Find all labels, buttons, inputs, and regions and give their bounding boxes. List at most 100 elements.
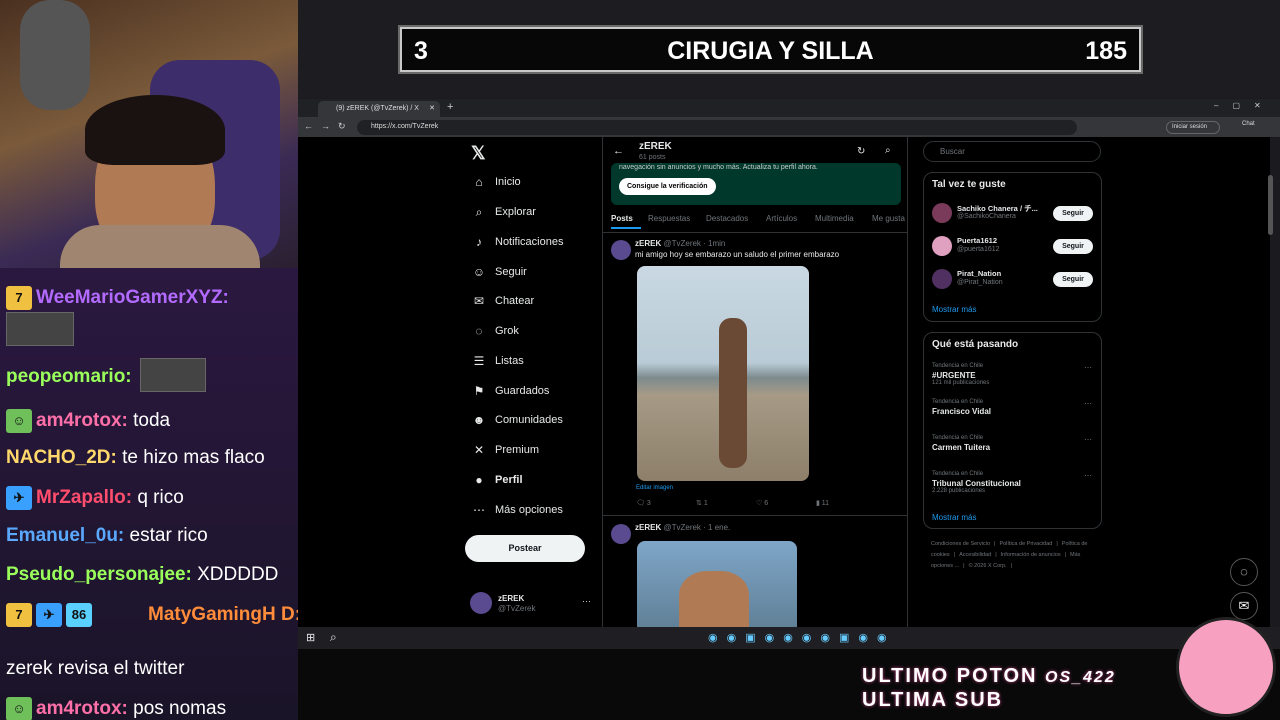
grok-float-icon[interactable]: ◌ [1230,558,1258,586]
tab-likes[interactable]: Me gusta [872,214,905,223]
nav-item-comunidades[interactable]: ☻ Comunidades [472,413,563,427]
edit-image-link[interactable]: Editar imagen [636,485,673,491]
kirby-mascot [1176,617,1276,717]
nav-label: Más opciones [495,504,563,516]
search-icon[interactable]: ⌕ [330,630,337,645]
footer-link[interactable]: Accesibilidad [959,552,991,558]
chat-message: ☺ am4rotox: pos nomas [6,697,226,720]
more-icon[interactable]: ⋯ [1084,435,1092,444]
window-controls[interactable]: –▢✕ [1214,101,1275,110]
footer-link[interactable]: Política de Privacidad [999,541,1052,547]
post-image[interactable] [637,266,809,481]
view-count-value: 11 [821,500,830,507]
view-count[interactable]: ▮ 11 [816,499,829,507]
tab-replies[interactable]: Respuestas [648,214,690,223]
user-handle: @SachikoChanera [957,213,1016,220]
follow-button[interactable]: Seguir [1053,206,1093,221]
url-field[interactable]: https://x.com/TvZerek [357,120,1077,135]
close-icon[interactable]: ✕ [429,104,435,112]
nav-item-listas[interactable]: ☰ Listas [472,354,524,368]
nav-arrows-icon[interactable]: ←→↻ [304,121,354,132]
more-icon[interactable]: ⋯ [1084,399,1092,408]
avatar[interactable] [470,592,492,614]
chat-message: 7 ✈ 86 MatyGamingH D: [6,603,298,627]
footer-link[interactable]: © 2026 X Corp. [969,563,1007,569]
nav-item-explorar[interactable]: ⌕ Explorar [472,205,536,219]
card-title: Tal vez te guste [932,179,1006,190]
messages-float-icon[interactable]: ✉ [1230,592,1258,620]
refresh-icon[interactable]: ↻ [857,146,865,157]
nav-item-guardados[interactable]: ⚑ Guardados [472,384,550,398]
nav-label: Perfil [495,474,523,486]
chat-message: Emanuel_0u: estar rico [6,525,208,547]
search-icon[interactable]: ⌕ [885,145,891,156]
trend-name: Carmen Tuitera [932,443,991,452]
tab-posts[interactable]: Posts [611,214,633,223]
windows-start-icon[interactable]: ⊞ [306,631,315,644]
nav-item-notificaciones[interactable]: ♪ Notificaciones [472,235,563,249]
avatar[interactable] [611,240,631,260]
chat-button[interactable]: Chat [1242,121,1255,127]
url-text: https://x.com/TvZerek [371,123,439,130]
nav-item-premium[interactable]: ✕ Premium [472,443,539,457]
trend-item[interactable]: Tendencia en Chile Carmen Tuitera [932,435,990,452]
nav-item-más-opciones[interactable]: ⋯ Más opciones [472,503,563,517]
footer-link[interactable]: Información de anuncios [1001,552,1061,558]
nav-label: Comunidades [495,414,563,426]
avatar[interactable] [932,203,952,223]
mail-icon: ✉ [473,294,485,308]
repost-count[interactable]: ⇅ 1 [696,499,708,507]
x-icon: ✕ [473,443,485,457]
nav-item-inicio[interactable]: ⌂ Inicio [472,175,520,189]
more-icon[interactable]: ⋯ [1084,471,1092,480]
scrollbar[interactable] [1268,175,1273,235]
post-button[interactable]: Postear [465,535,585,562]
follow-button[interactable]: Seguir [1053,239,1093,254]
nav-item-perfil[interactable]: ● Perfil [472,473,523,487]
reply-count[interactable]: 🗨 3 [636,499,651,507]
avatar[interactable] [932,269,952,289]
signin-button[interactable]: Iniciar sesión [1166,121,1220,134]
avatar[interactable] [932,236,952,256]
nav-item-grok[interactable]: ◌ Grok [472,324,518,338]
more-icon[interactable]: ⋯ [1084,363,1092,372]
back-arrow-icon[interactable]: ← [613,145,624,157]
trend-item[interactable]: Tendencia en Chile #URGENTE 121 mil public… [932,363,989,386]
tab-highlights[interactable]: Destacados [706,214,748,223]
verify-button[interactable]: Consigue la verificación [619,178,716,195]
divider [603,232,908,233]
tab-media[interactable]: Multimedia [815,214,854,223]
goal-title: CIRUGIA Y SILLA [667,37,874,65]
nav-item-seguir[interactable]: ☺ Seguir [472,265,527,279]
footer-links: Condiciones de Servicio | Política de Priv… [931,539,1101,572]
x-logo-icon[interactable]: 𝕏 [471,143,486,164]
follow-button[interactable]: Seguir [1053,272,1093,287]
show-more-link[interactable]: Mostrar más [932,305,976,314]
search-input[interactable]: Buscar [923,141,1101,162]
nav-label: Chatear [495,295,535,307]
streamer-shirt [60,225,260,268]
trend-context: Tendencia en Chile [932,471,984,477]
avatar[interactable] [611,524,631,544]
taskbar-app-icons[interactable]: ◉◉▣◉◉◉◉▣◉◉ [708,631,896,644]
tab-articles[interactable]: Artículos [766,214,797,223]
trend-item[interactable]: Tendencia en Chile Francisco Vidal [932,399,991,416]
more-icon[interactable]: ⋯ [582,596,591,607]
nav-item-chatear[interactable]: ✉ Chatear [472,294,534,308]
trend-name: Tribunal Constitucional [932,479,1021,488]
list-icon: ☰ [473,354,485,368]
post-image[interactable] [637,541,797,631]
trend-context: Tendencia en Chile [932,399,984,405]
divider [603,515,908,516]
post-author: zEREK [635,523,662,532]
overlay-tag: OS_422 [1045,669,1116,686]
user-name: Puerta1612 [957,236,998,245]
trend-item[interactable]: Tendencia en Chile Tribunal Constituciona… [932,471,1021,494]
post-header: zEREK @TvZerek · 1min [635,239,725,248]
account-name: zEREK [498,594,525,603]
new-tab-icon[interactable]: + [447,101,453,113]
browser-tab[interactable]: (9) zEREK (@TvZerek) / X ✕ [318,101,440,117]
show-more-link[interactable]: Mostrar más [932,513,976,522]
like-count[interactable]: ♡ 6 [756,499,768,507]
footer-link[interactable]: Condiciones de Servicio [931,541,990,547]
